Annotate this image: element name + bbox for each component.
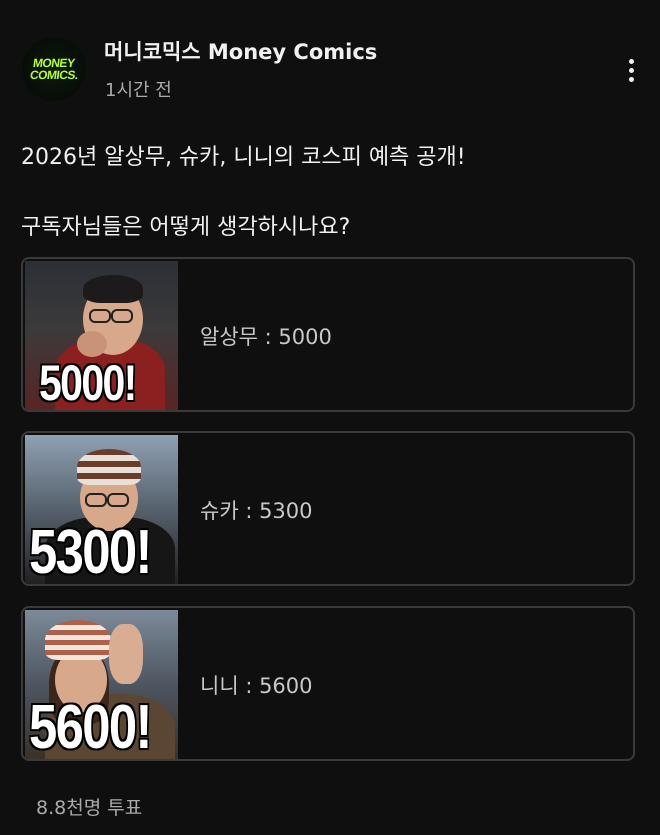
post-timestamp: 1시간 전 [105,80,172,101]
post-header: MONEY COMICS. 머니코믹스 Money Comics 1시간 전 [0,0,660,120]
poll-option-label: 알상무 : 5000 [200,325,332,349]
poll-option-thumbnail: 5300! [25,435,178,586]
post-text-line-2: 구독자님들은 어떻게 생각하시나요? [21,215,351,240]
vote-count: 8.8천명 투표 [36,797,143,819]
avatar-logo-text-2: COMICS. [29,68,79,82]
post-text-line-1: 2026년 알상무, 슈카, 니니의 코스피 예측 공개! [21,145,466,170]
poll-option-thumbnail: 5600! [25,610,178,761]
thumbnail-caption: 5600! [28,692,153,761]
poll-option-label: 니니 : 5600 [200,674,313,698]
more-vert-icon [628,58,634,82]
thumbnail-caption: 5000! [38,354,138,411]
poll-option-thumbnail: 5000! [25,261,178,411]
poll-option-2[interactable]: 5300! 슈카 : 5300 [21,431,635,586]
channel-name[interactable]: 머니코믹스 Money Comics [104,36,377,66]
thumbnail-caption: 5300! [28,517,153,586]
poll-option-1[interactable]: 5000! 알상무 : 5000 [21,257,635,412]
more-options-button[interactable] [616,52,646,88]
poll-option-3[interactable]: 5600! 니니 : 5600 [21,606,635,761]
channel-avatar[interactable]: MONEY COMICS. [22,37,86,101]
poll-option-label: 슈카 : 5300 [200,499,313,523]
